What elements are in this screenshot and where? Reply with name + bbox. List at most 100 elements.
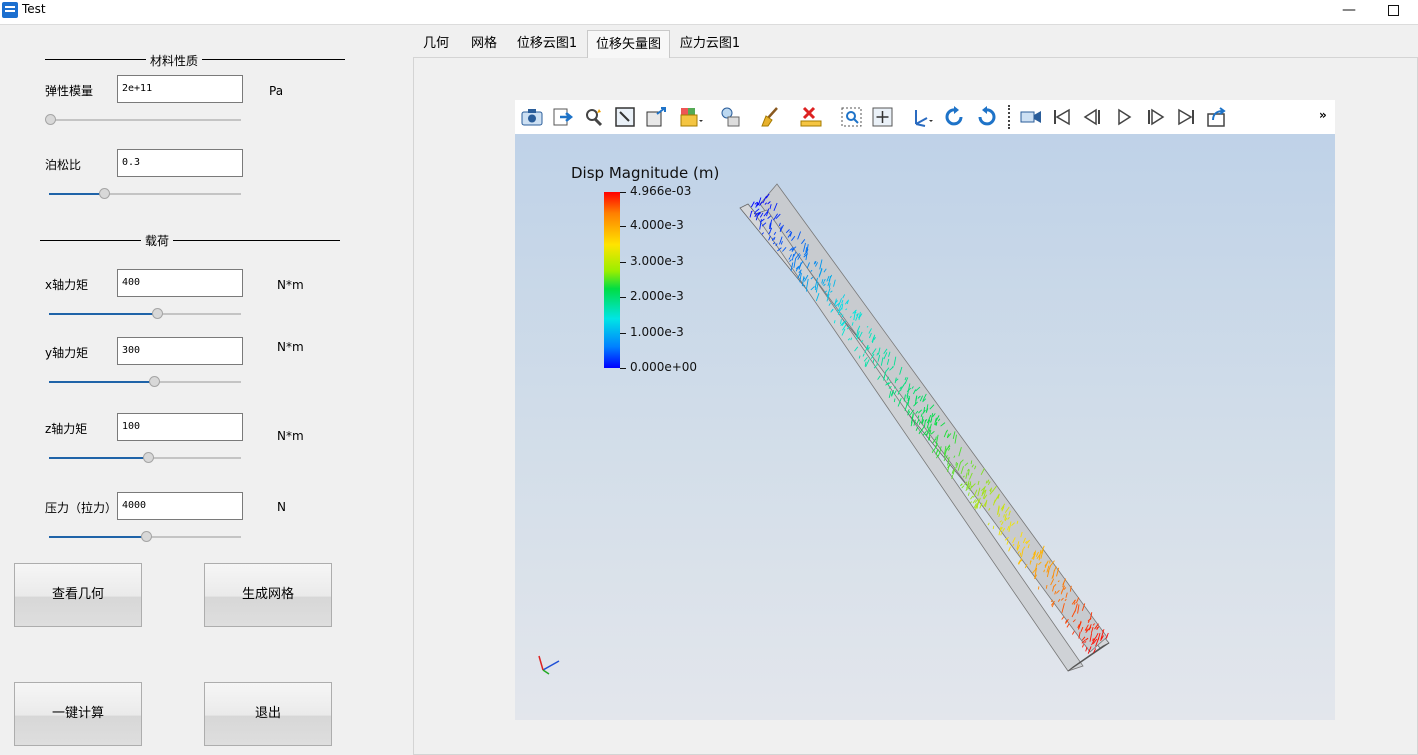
- poisson-ratio-slider[interactable]: [49, 188, 241, 200]
- elastic-modulus-label: 弹性模量: [45, 84, 94, 98]
- displacement-vector: [1096, 627, 1098, 630]
- z-moment-field[interactable]: 100: [117, 413, 243, 441]
- tab-displacement-contour[interactable]: 位移云图1: [514, 30, 580, 58]
- delete-icon[interactable]: [799, 106, 823, 128]
- color-bar: [604, 192, 620, 368]
- maximize-icon: [1387, 4, 1399, 16]
- z-moment-unit: N*m: [277, 429, 304, 443]
- material-section-title: 材料性质: [146, 52, 203, 69]
- compute-all-button[interactable]: 一键计算: [14, 682, 142, 746]
- rotate-cw-icon[interactable]: [943, 106, 967, 128]
- displacement-vector: [755, 208, 760, 213]
- legend-tick-label: 4.966e-03: [630, 184, 692, 198]
- legend-tick: [620, 192, 626, 193]
- slider-handle[interactable]: [99, 188, 110, 199]
- light-icon[interactable]: [719, 106, 743, 128]
- tab-geometry[interactable]: 几何: [418, 30, 454, 58]
- displacement-vector: [1082, 644, 1084, 648]
- view-geometry-button[interactable]: 查看几何: [14, 563, 142, 627]
- parameters-panel: 材料性质 弹性模量 2e+11 Pa 泊松比 0.3 载荷 x轴力矩 400 N…: [0, 25, 412, 755]
- displacement-vector: [872, 359, 875, 363]
- video-camera-icon[interactable]: [1019, 106, 1043, 128]
- legend-tick: [620, 261, 626, 263]
- slider-handle[interactable]: [143, 452, 154, 463]
- elastic-modulus-field[interactable]: 2e+11: [117, 75, 243, 103]
- displacement-vector: [1008, 546, 1011, 552]
- legend-tick: [620, 332, 626, 334]
- axes-icon[interactable]: [911, 106, 935, 128]
- x-moment-field[interactable]: 400: [117, 269, 243, 297]
- prev-frame-icon[interactable]: [1081, 106, 1105, 128]
- rotate-ccw-icon[interactable]: [974, 106, 998, 128]
- elastic-modulus-unit: Pa: [269, 84, 284, 98]
- y-moment-slider[interactable]: [49, 376, 241, 388]
- slider-handle[interactable]: [45, 114, 56, 125]
- last-frame-icon[interactable]: [1174, 106, 1198, 128]
- pressure-label: 压力（拉力）: [45, 501, 118, 515]
- poisson-ratio-label: 泊松比: [45, 158, 82, 172]
- slider-fill: [49, 381, 155, 383]
- displacement-vector: [1018, 558, 1023, 565]
- x-moment-slider[interactable]: [49, 308, 241, 320]
- pick-icon[interactable]: [613, 106, 637, 128]
- fit-icon[interactable]: [871, 106, 895, 128]
- render-window[interactable]: Disp Magnitude (m) 4.966e-03 4.000e-3 3.00…: [515, 134, 1335, 720]
- clean-icon[interactable]: [758, 106, 782, 128]
- first-frame-icon[interactable]: [1050, 106, 1074, 128]
- displacement-vector: [836, 309, 839, 312]
- generate-mesh-button[interactable]: 生成网格: [204, 563, 332, 627]
- zoom-box-icon[interactable]: [840, 106, 864, 128]
- displacement-vector: [876, 362, 878, 367]
- pressure-slider[interactable]: [49, 531, 241, 543]
- displacement-vector: [970, 501, 973, 504]
- elastic-modulus-slider[interactable]: [45, 114, 241, 126]
- tab-displacement-vector[interactable]: 位移矢量图: [587, 30, 670, 58]
- displacement-vector: [961, 485, 965, 489]
- poisson-ratio-field[interactable]: 0.3: [117, 149, 243, 177]
- displacement-vector: [1006, 540, 1009, 545]
- visualization-view: » Disp Magnitude (m) 4.966e-03 4.000e-3 3.…: [515, 100, 1335, 720]
- slider-handle[interactable]: [152, 308, 163, 319]
- z-moment-slider[interactable]: [49, 452, 241, 464]
- legend-tick: [620, 226, 626, 228]
- export-icon[interactable]: [551, 106, 575, 128]
- title-bar: Test —: [0, 0, 1418, 25]
- y-moment-unit: N*m: [277, 340, 304, 354]
- export-animation-icon[interactable]: [1205, 106, 1229, 128]
- y-moment-field[interactable]: 300: [117, 337, 243, 365]
- tab-mesh[interactable]: 网格: [466, 30, 502, 58]
- box-icon[interactable]: [644, 106, 668, 128]
- x-moment-unit: N*m: [277, 278, 304, 292]
- slider-handle[interactable]: [149, 376, 160, 387]
- play-icon[interactable]: [1112, 106, 1136, 128]
- legend-tick-label: 1.000e-3: [630, 324, 684, 339]
- exit-button[interactable]: 退出: [204, 682, 332, 746]
- render-mode-icon[interactable]: [679, 106, 703, 128]
- maximize-button[interactable]: [1370, 0, 1416, 22]
- displacement-vector: [955, 462, 957, 466]
- pressure-field[interactable]: 4000: [117, 492, 243, 520]
- displacement-vector: [1092, 638, 1094, 642]
- legend-tick-label: 3.000e-3: [630, 253, 684, 268]
- orientation-axes: [538, 655, 560, 675]
- slider-fill: [49, 457, 149, 459]
- displacement-vector: [1061, 616, 1065, 620]
- y-moment-label: y轴力矩: [45, 346, 89, 360]
- minimize-button[interactable]: —: [1326, 0, 1372, 22]
- camera-icon[interactable]: [520, 106, 544, 128]
- displacement-vector: [750, 201, 755, 208]
- slider-fill: [49, 193, 105, 195]
- next-frame-icon[interactable]: [1143, 106, 1167, 128]
- displacement-vector: [1072, 631, 1075, 635]
- slider-handle[interactable]: [141, 531, 152, 542]
- x-moment-label: x轴力矩: [45, 278, 89, 292]
- tab-stress-contour[interactable]: 应力云图1: [677, 30, 743, 58]
- toolbar-overflow-button[interactable]: »: [1319, 108, 1327, 122]
- probe-icon[interactable]: [582, 106, 606, 128]
- displacement-vector: [1037, 586, 1040, 590]
- legend-tick-label: 0.000e+00: [630, 360, 698, 374]
- view-toolbar: »: [515, 100, 1335, 134]
- load-section-divider: [40, 240, 340, 241]
- displacement-vector: [1066, 623, 1070, 628]
- app-icon: [2, 2, 18, 18]
